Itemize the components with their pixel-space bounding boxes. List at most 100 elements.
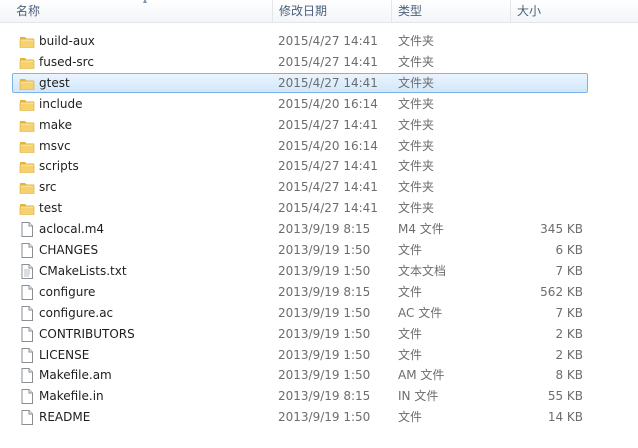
- file-name: build-aux: [39, 34, 95, 48]
- file-name: README: [39, 410, 91, 425]
- file-row[interactable]: CMakeLists.txt 2013/9/19 1:50 文本文档 7 KB: [12, 261, 588, 281]
- file-name: configure.ac: [39, 305, 114, 320]
- file-date-modified: 2013/9/19 1:50: [278, 263, 371, 278]
- file-date-modified: 2015/4/27 14:41: [278, 201, 378, 216]
- file-name: test: [39, 201, 63, 216]
- file-type: 文件夹: [398, 96, 435, 111]
- file-date-modified: 2013/9/19 1:50: [278, 326, 371, 341]
- file-date-modified: 2013/9/19 1:50: [278, 368, 371, 383]
- folder-icon: [19, 76, 35, 91]
- file-row[interactable]: configure 2013/9/19 8:15 文件 562 KB: [12, 282, 588, 302]
- file-icon: [19, 305, 35, 321]
- file-size: 7 KB: [555, 305, 583, 320]
- folder-row[interactable]: build-aux 2015/4/27 14:41 文件夹: [12, 31, 588, 51]
- file-date-modified: 2013/9/19 1:50: [278, 243, 371, 257]
- file-date-modified: 2015/4/27 14:41: [278, 75, 378, 90]
- file-name: Makefile.in: [39, 389, 104, 404]
- file-icon: [19, 347, 35, 363]
- file-icon: [19, 368, 35, 384]
- file-name: make: [39, 117, 72, 132]
- file-type: 文件: [398, 326, 423, 341]
- file-date-modified: 2013/9/19 1:50: [278, 410, 371, 425]
- file-type: AC 文件: [398, 305, 443, 320]
- folder-row[interactable]: fused-src 2015/4/27 14:41 文件夹: [12, 52, 588, 72]
- file-name: src: [39, 180, 57, 195]
- folder-row[interactable]: include 2015/4/20 16:14 文件夹: [12, 94, 588, 114]
- file-size: 2 KB: [555, 347, 583, 362]
- column-header-date-modified[interactable]: 修改日期: [272, 0, 391, 22]
- folder-row[interactable]: gtest 2015/4/27 14:41 文件夹: [12, 72, 588, 93]
- file-size: 6 KB: [555, 243, 583, 257]
- folder-icon: [19, 55, 35, 70]
- file-type: 文件夹: [398, 180, 435, 195]
- file-type: 文本文档: [398, 263, 447, 278]
- file-type: 文件夹: [398, 34, 435, 48]
- file-date-modified: 2013/9/19 1:50: [278, 347, 371, 362]
- file-date-modified: 2015/4/27 14:41: [278, 180, 378, 195]
- file-name: gtest: [39, 75, 70, 90]
- folder-icon: [19, 118, 35, 133]
- file-size: 7 KB: [555, 263, 583, 278]
- file-date-modified: 2015/4/27 14:41: [278, 54, 378, 69]
- column-header-size[interactable]: 大小: [510, 0, 590, 22]
- file-name: CONTRIBUTORS: [39, 326, 135, 341]
- folder-icon: [19, 97, 35, 112]
- file-name: msvc: [39, 138, 71, 153]
- file-type: 文件夹: [398, 54, 435, 69]
- file-row[interactable]: aclocal.m4 2013/9/19 8:15 M4 文件 345 KB: [12, 219, 588, 239]
- file-date-modified: 2013/9/19 8:15: [278, 222, 371, 237]
- file-name: fused-src: [39, 54, 94, 69]
- file-date-modified: 2015/4/20 16:14: [278, 96, 378, 111]
- file-row[interactable]: CHANGES 2013/9/19 1:50 文件 6 KB: [12, 240, 588, 260]
- file-icon: [19, 284, 35, 300]
- file-row[interactable]: Makefile.in 2013/9/19 8:15 IN 文件 55 KB: [12, 386, 588, 406]
- file-date-modified: 2015/4/27 14:41: [278, 159, 378, 174]
- file-name: configure: [39, 284, 96, 299]
- file-row[interactable]: CONTRIBUTORS 2013/9/19 1:50 文件 2 KB: [12, 324, 588, 344]
- file-icon: [19, 243, 35, 258]
- file-type: 文件夹: [398, 159, 435, 174]
- file-icon: [19, 389, 35, 405]
- text-file-icon: [19, 263, 35, 279]
- file-icon: [19, 326, 35, 342]
- folder-icon: [19, 34, 35, 49]
- file-date-modified: 2015/4/20 16:14: [278, 138, 378, 153]
- folder-icon: [19, 180, 35, 195]
- file-type: AM 文件: [398, 368, 445, 383]
- file-type: IN 文件: [398, 389, 439, 404]
- file-date-modified: 2015/4/27 14:41: [278, 117, 378, 132]
- file-date-modified: 2013/9/19 8:15: [278, 284, 371, 299]
- file-date-modified: 2015/4/27 14:41: [278, 34, 378, 48]
- file-type: 文件: [398, 284, 423, 299]
- file-name: scripts: [39, 159, 79, 174]
- file-icon: [19, 222, 35, 238]
- file-date-modified: 2013/9/19 8:15: [278, 389, 371, 404]
- file-size: 562 KB: [540, 284, 583, 299]
- file-type: M4 文件: [398, 222, 444, 237]
- folder-row[interactable]: make 2015/4/27 14:41 文件夹: [12, 115, 588, 135]
- column-header-name[interactable]: 名称: [10, 0, 272, 22]
- file-type: 文件: [398, 243, 423, 257]
- file-type: 文件夹: [398, 117, 435, 132]
- folder-row[interactable]: src 2015/4/27 14:41 文件夹: [12, 177, 588, 197]
- file-size: 55 KB: [547, 389, 583, 404]
- file-size: 8 KB: [555, 368, 583, 383]
- folder-row[interactable]: msvc 2015/4/20 16:14 文件夹: [12, 136, 588, 156]
- file-date-modified: 2013/9/19 1:50: [278, 305, 371, 320]
- file-size: 14 KB: [547, 410, 583, 425]
- file-name: include: [39, 96, 83, 111]
- file-type: 文件夹: [398, 138, 435, 153]
- file-type: 文件: [398, 347, 423, 362]
- folder-row[interactable]: scripts 2015/4/27 14:41 文件夹: [12, 156, 588, 176]
- file-row[interactable]: Makefile.am 2013/9/19 1:50 AM 文件 8 KB: [12, 365, 588, 385]
- file-row[interactable]: configure.ac 2013/9/19 1:50 AC 文件 7 KB: [12, 303, 588, 323]
- file-name: aclocal.m4: [39, 222, 105, 237]
- file-name: CMakeLists.txt: [39, 263, 127, 278]
- file-row[interactable]: LICENSE 2013/9/19 1:50 文件 2 KB: [12, 345, 588, 365]
- folder-row[interactable]: test 2015/4/27 14:41 文件夹: [12, 198, 588, 218]
- file-row[interactable]: README 2013/9/19 1:50 文件 14 KB: [12, 407, 588, 427]
- file-name: CHANGES: [39, 243, 99, 257]
- column-header-type[interactable]: 类型: [391, 0, 510, 22]
- file-type: 文件夹: [398, 75, 435, 90]
- file-name: Makefile.am: [39, 368, 112, 383]
